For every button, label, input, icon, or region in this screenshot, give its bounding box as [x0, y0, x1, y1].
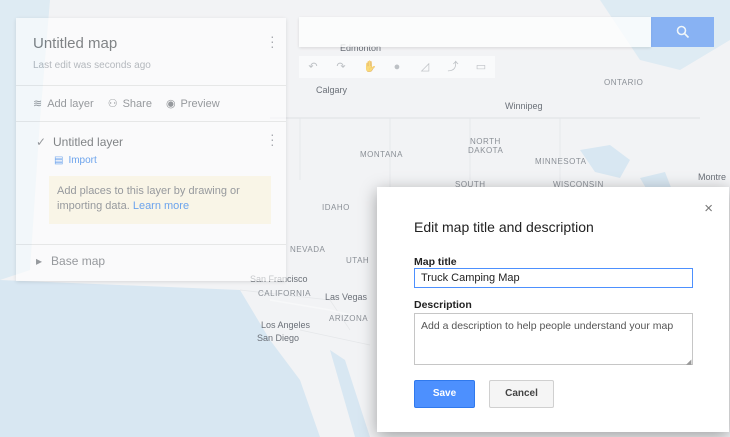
description-label: Description	[414, 299, 472, 311]
layer-name[interactable]: Untitled layer	[53, 135, 123, 149]
map-label-california: CALIFORNIA	[258, 289, 312, 298]
share-button[interactable]: ⚇ Share	[107, 97, 152, 111]
map-label-san-diego: San Diego	[257, 333, 300, 343]
map-title[interactable]: Untitled map	[33, 35, 117, 52]
add-person-icon: ⚇	[107, 98, 118, 110]
search-input[interactable]	[299, 17, 651, 47]
divider	[16, 244, 286, 245]
map-title-label: Map title	[414, 256, 457, 268]
layer-checkbox[interactable]: ✓	[36, 135, 46, 149]
map-toolbar: ↶ ↷ ✋ ● ◿ ⤴ ▭	[299, 56, 495, 78]
search-icon	[676, 25, 690, 39]
add-layer-label: Add layer	[47, 97, 94, 110]
map-label-montana: MONTANA	[360, 150, 403, 159]
search-button[interactable]	[651, 17, 714, 47]
import-link[interactable]: ▤ Import	[54, 155, 97, 166]
map-label-las-vegas: Las Vegas	[325, 292, 368, 302]
last-edit-status: Last edit was seconds ago	[33, 60, 151, 71]
save-button[interactable]: Save	[414, 380, 475, 408]
map-label-north-2: DAKOTA	[468, 146, 504, 155]
map-label-calgary: Calgary	[316, 85, 348, 95]
resize-handle-icon[interactable]: ◢	[686, 358, 691, 366]
map-label-idaho: IDAHO	[322, 203, 350, 212]
layer-hint: Add places to this layer by drawing or i…	[49, 176, 271, 224]
import-label: Import	[68, 155, 97, 166]
ruler-icon[interactable]: ▭	[475, 61, 487, 73]
preview-label: Preview	[180, 97, 220, 110]
layer-options-icon[interactable]: · · ·	[270, 127, 275, 151]
expand-icon: ▸	[36, 254, 43, 268]
dialog-title: Edit map title and description	[414, 219, 594, 235]
map-label-nevada: NEVADA	[290, 245, 326, 254]
map-label-los-angeles: Los Angeles	[261, 320, 311, 330]
map-title-input[interactable]	[414, 268, 693, 288]
map-label-utah: UTAH	[346, 256, 370, 265]
panel-actions: ≋ Add layer ⚇ Share ◉ Preview	[33, 97, 220, 111]
directions-icon[interactable]: ⤴	[447, 61, 459, 73]
divider	[16, 85, 286, 86]
edit-map-dialog: × Edit map title and description Map tit…	[377, 187, 729, 432]
preview-button[interactable]: ◉ Preview	[165, 97, 220, 111]
map-label-winnipeg: Winnipeg	[505, 101, 543, 111]
map-sidebar-panel: Untitled map Last edit was seconds ago ·…	[16, 18, 286, 281]
map-label-north-1: NORTH	[470, 137, 501, 146]
close-icon[interactable]: ×	[704, 200, 713, 217]
cancel-button[interactable]: Cancel	[489, 380, 554, 408]
add-layer-button[interactable]: ≋ Add layer	[33, 97, 94, 111]
hand-icon[interactable]: ✋	[363, 61, 377, 73]
marker-icon[interactable]: ●	[391, 61, 403, 73]
description-textarea[interactable]	[414, 313, 693, 365]
learn-more-link[interactable]: Learn more	[133, 200, 189, 212]
more-options-icon[interactable]: · · ·	[270, 29, 275, 53]
map-label-arizona: ARIZONA	[329, 314, 369, 323]
base-map-toggle[interactable]: ▸ Base map	[36, 254, 105, 268]
draw-line-icon[interactable]: ◿	[419, 61, 431, 73]
map-label-montreal: Montre	[698, 172, 727, 182]
base-map-label: Base map	[51, 254, 106, 268]
undo-icon[interactable]: ↶	[307, 61, 319, 73]
eye-icon: ◉	[165, 98, 176, 110]
map-label-minnesota: MINNESOTA	[535, 157, 587, 166]
redo-icon[interactable]: ↷	[335, 61, 347, 73]
map-label-ontario: ONTARIO	[604, 78, 644, 87]
divider	[16, 121, 286, 122]
layers-icon: ≋	[33, 98, 43, 110]
share-label: Share	[122, 97, 152, 110]
file-icon: ▤	[54, 155, 64, 166]
